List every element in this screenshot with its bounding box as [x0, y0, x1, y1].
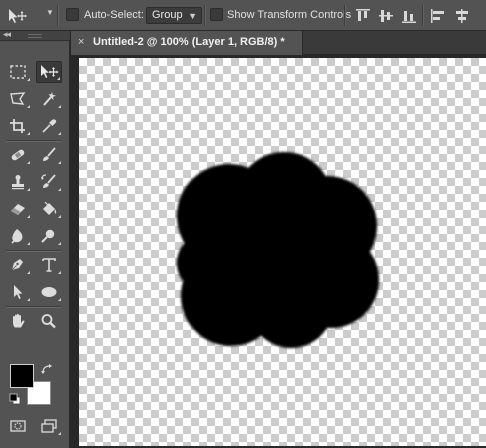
blur-drop-icon	[11, 229, 23, 244]
blur-tool[interactable]	[5, 225, 31, 247]
eyedropper-icon	[42, 119, 57, 133]
auto-select-value: Group	[152, 9, 183, 21]
magic-wand-icon	[43, 92, 56, 106]
black-blob-shape	[177, 152, 379, 348]
default-colors-icon[interactable]	[9, 393, 21, 405]
tools-panel-header[interactable]: ◂◂	[0, 29, 70, 41]
type-icon	[42, 258, 56, 272]
document-canvas[interactable]	[79, 58, 486, 446]
screen-mode-icon	[41, 419, 57, 433]
chevron-down-icon: ▼	[46, 8, 54, 17]
quick-mask-button[interactable]	[5, 415, 31, 437]
options-bar: ▼ Auto-Select: Group ▼ Show Transform Co…	[0, 0, 486, 31]
screen-mode-button[interactable]	[36, 415, 62, 437]
align-horizontal-centers-icon[interactable]	[452, 6, 472, 26]
lasso-tool[interactable]	[5, 88, 31, 110]
paint-bucket-icon	[43, 201, 57, 215]
move-icon	[41, 65, 59, 78]
tools-panel: ◂◂	[0, 29, 70, 448]
document-tab-bar: × Untitled-2 @ 100% (Layer 1, RGB/8) *	[71, 31, 486, 55]
polygonal-lasso-icon	[10, 92, 26, 105]
document-title: Untitled-2 @ 100% (Layer 1, RGB/8) *	[93, 36, 285, 48]
document-tab[interactable]: × Untitled-2 @ 100% (Layer 1, RGB/8) *	[71, 31, 303, 55]
eyedropper-tool[interactable]	[36, 115, 62, 137]
magnifier-icon	[41, 314, 56, 329]
panel-grip-icon[interactable]	[28, 34, 42, 38]
paint-bucket-tool[interactable]	[36, 198, 62, 220]
zoom-tool[interactable]	[36, 310, 62, 332]
eraser-tool[interactable]	[5, 198, 31, 220]
hand-icon	[13, 314, 25, 328]
rectangular-marquee-tool[interactable]	[5, 61, 31, 83]
auto-select-checkbox[interactable]	[66, 8, 79, 21]
magic-wand-tool[interactable]	[36, 88, 62, 110]
pen-tool[interactable]	[5, 254, 31, 276]
auto-select-label: Auto-Select:	[84, 9, 144, 21]
spot-healing-brush-tool[interactable]	[5, 144, 31, 166]
rectangular-marquee-icon	[10, 65, 26, 79]
ellipse-tool[interactable]	[36, 281, 62, 303]
dodge-tool[interactable]	[36, 225, 62, 247]
auto-select-dropdown[interactable]: Group ▼	[146, 7, 202, 24]
bandage-icon	[11, 149, 25, 161]
brush-tool[interactable]	[36, 144, 62, 166]
close-icon[interactable]: ×	[78, 36, 84, 48]
move-tool[interactable]	[36, 61, 62, 83]
ellipse-icon	[41, 287, 57, 297]
workspace	[71, 55, 486, 448]
move-tool-icon	[9, 9, 27, 23]
history-brush-tool[interactable]	[36, 171, 62, 193]
crop-tool[interactable]	[5, 115, 31, 137]
path-selection-arrow-icon	[14, 285, 23, 299]
dodge-icon	[41, 229, 55, 243]
show-transform-controls-checkbox[interactable]	[210, 8, 223, 21]
hand-tool[interactable]	[5, 310, 31, 332]
type-tool[interactable]	[36, 254, 62, 276]
clone-stamp-tool[interactable]	[5, 171, 31, 193]
path-selection-tool[interactable]	[5, 281, 31, 303]
eraser-icon	[11, 204, 25, 215]
collapse-panel-icon[interactable]: ◂◂	[3, 29, 11, 40]
move-tool-preset-picker[interactable]: ▼	[6, 6, 56, 26]
pen-icon	[11, 259, 23, 271]
show-transform-controls-label: Show Transform Controls	[227, 9, 352, 21]
align-bottom-edges-icon[interactable]	[399, 6, 419, 26]
chevron-down-icon: ▼	[188, 11, 197, 21]
swap-colors-icon[interactable]	[41, 363, 53, 375]
foreground-color-swatch[interactable]	[10, 364, 34, 388]
crop-icon	[10, 119, 25, 133]
quick-mask-icon	[10, 420, 26, 432]
align-left-edges-icon[interactable]	[428, 6, 448, 26]
align-vertical-centers-icon[interactable]	[376, 6, 396, 26]
align-top-edges-icon[interactable]	[353, 6, 373, 26]
brush-icon	[43, 147, 56, 161]
history-brush-icon	[41, 174, 56, 188]
stamp-icon	[12, 175, 24, 190]
